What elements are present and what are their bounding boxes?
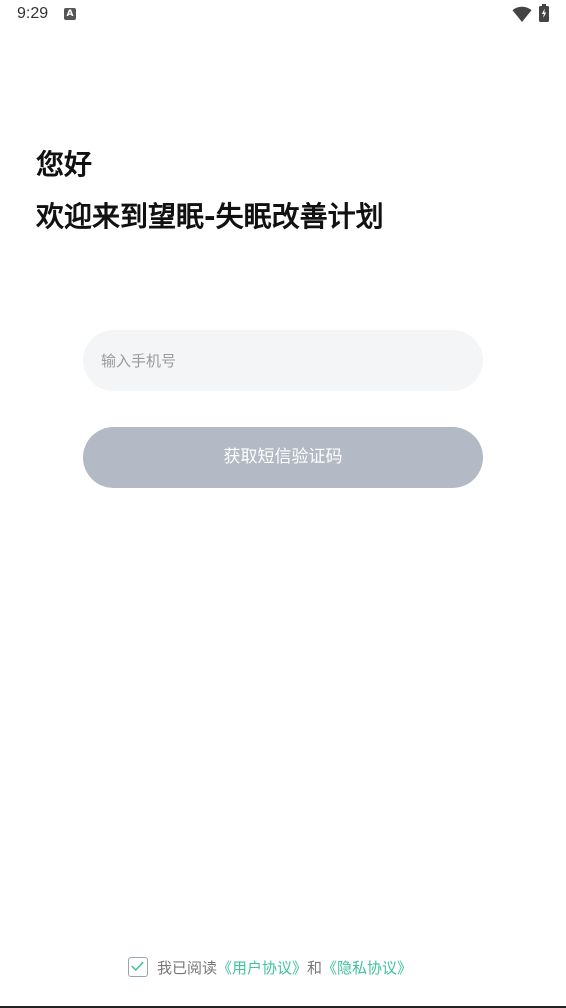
wifi-icon bbox=[512, 6, 532, 22]
agreement-checkbox[interactable] bbox=[128, 957, 148, 977]
greeting-title: 您好 bbox=[36, 148, 93, 181]
welcome-title: 欢迎来到望眠-失眠改善计划 bbox=[36, 200, 384, 233]
check-icon bbox=[131, 961, 144, 971]
privacy-policy-link[interactable]: 《隐私协议》 bbox=[322, 957, 412, 978]
phone-input-container bbox=[83, 330, 483, 391]
status-time: 9:29 bbox=[17, 5, 49, 22]
notification-a-icon: A bbox=[64, 8, 76, 20]
agreement-conjunction: 和 bbox=[307, 958, 323, 977]
battery-charging-icon bbox=[539, 4, 549, 22]
login-screen: 9:29 A 您好 欢迎来到望眠-失眠改善计划 获取短信验证码 我已阅读 《用户… bbox=[0, 0, 566, 1008]
agreement-prefix: 我已阅读 bbox=[157, 958, 218, 977]
get-sms-code-button[interactable]: 获取短信验证码 bbox=[83, 427, 483, 488]
agreement-row: 我已阅读 《用户协议》 和 《隐私协议》 bbox=[128, 955, 412, 979]
user-agreement-link[interactable]: 《用户协议》 bbox=[217, 957, 307, 978]
status-bar: 9:29 A bbox=[0, 0, 566, 30]
phone-input[interactable] bbox=[101, 330, 461, 391]
